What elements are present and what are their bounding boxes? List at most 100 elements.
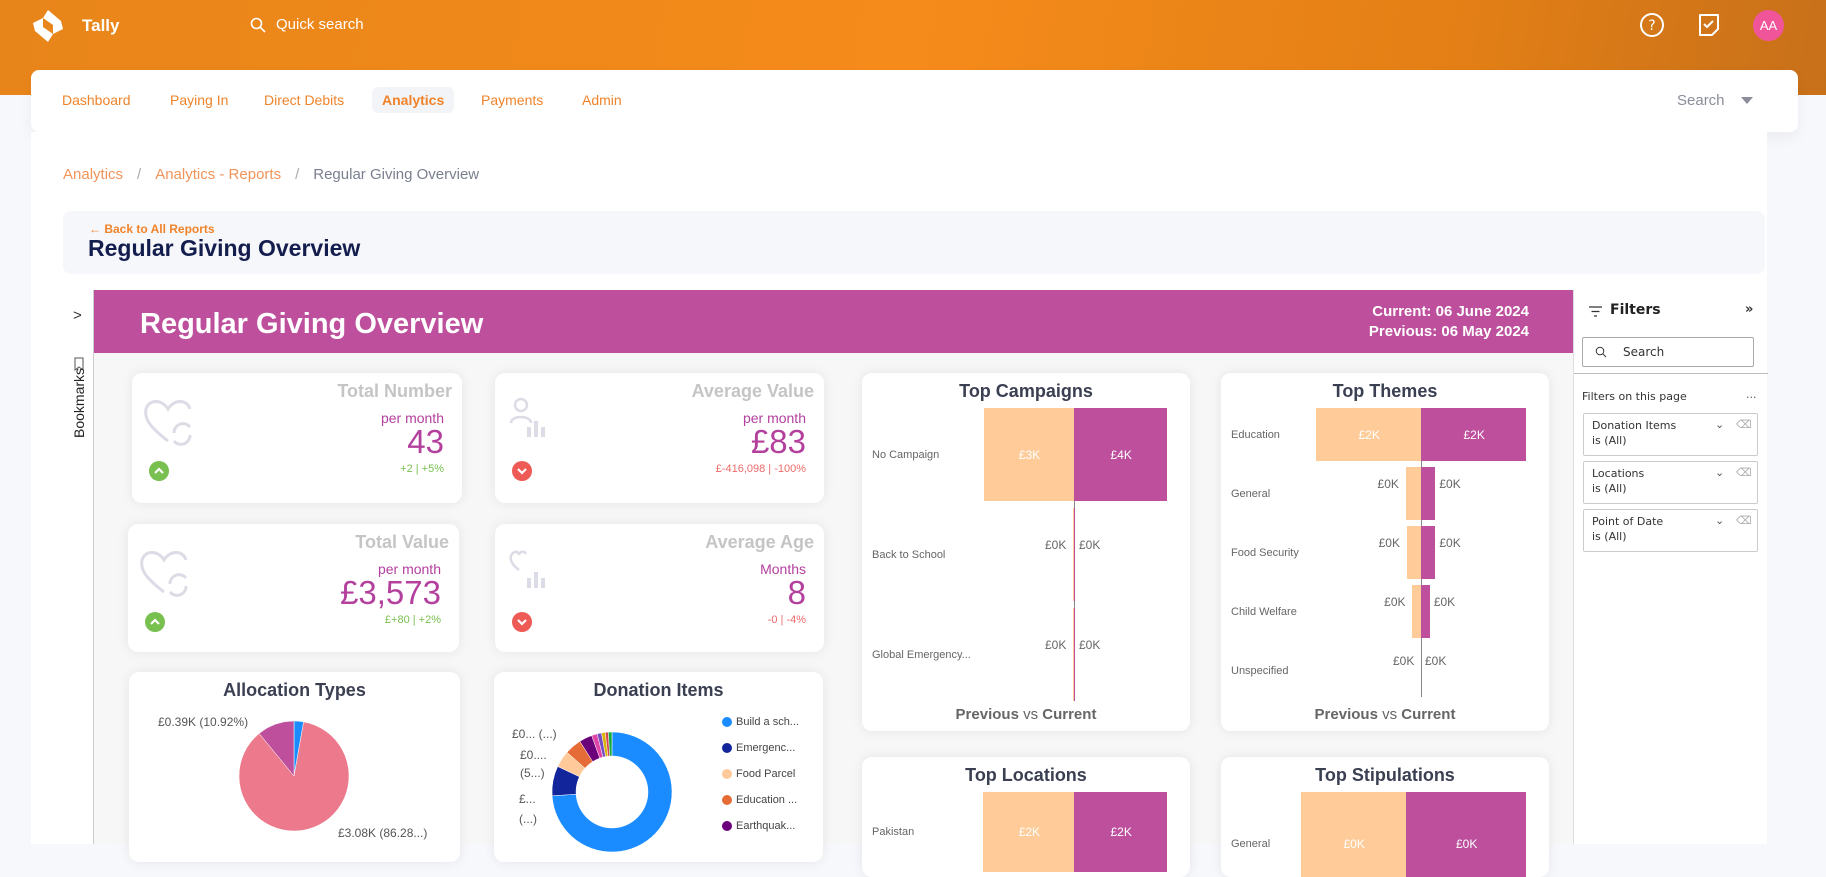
kpi-value: 8 [787,574,806,611]
legend-item[interactable]: Education ... [722,794,797,806]
kpi-title: Average Value [691,381,814,401]
nav-direct-debits[interactable]: Direct Debits [264,92,344,108]
nav-payments[interactable]: Payments [481,92,543,108]
data-label: £0K [1456,837,1478,851]
current-date: Current: 06 June 2024 [1372,303,1529,320]
bar-previous[interactable] [1406,526,1421,579]
top-campaigns-chart: Top Campaigns Previous vs Current No Cam… [862,373,1190,731]
bar-current[interactable] [1074,608,1075,701]
more-options-icon[interactable]: ... [1746,388,1757,401]
heart-refresh-icon [140,551,188,597]
bar-previous[interactable] [1405,467,1421,520]
chevron-down-icon[interactable]: ⌄ [1715,513,1724,528]
slice-label: £... [519,792,536,806]
avatar[interactable]: AA [1753,10,1784,41]
heart-chart-icon [509,550,545,588]
collapse-pane-icon[interactable]: » [1745,302,1753,317]
legend-label: Food Parcel [736,768,796,780]
kpi-card-total-number: Total Number per month 43 +2 | +5% [132,373,462,503]
bar-current[interactable] [1421,467,1436,520]
data-label: £0K [1439,476,1461,491]
top-themes-chart: Top Themes Previous vs Current Education… [1221,373,1549,731]
help-icon[interactable]: ? [1639,12,1665,38]
chevron-right-icon[interactable]: > [73,307,82,324]
page-title: Regular Giving Overview [88,235,361,261]
app-name: Tally [82,16,120,35]
back-link-label: Back to All Reports [104,222,215,236]
data-label: £0K [1045,637,1067,652]
chevron-down-icon[interactable]: ⌄ [1715,417,1724,432]
eraser-icon[interactable]: ⌫ [1736,417,1752,432]
nav-admin[interactable]: Admin [582,92,622,108]
quick-search[interactable]: Quick search [250,16,364,33]
bar-current[interactable] [1074,508,1075,601]
filter-card-donation-items[interactable]: Donation Items is (All) ⌄ ⌫ [1583,413,1758,456]
legend-item[interactable]: Emergenc... [722,742,795,754]
data-label: £0K [1425,653,1447,668]
legend-item[interactable]: Build a sch... [722,716,799,728]
category-label: Global Emergency... [872,648,971,661]
report-dates: Current: 06 June 2024 Previous: 06 May 20… [1300,302,1529,342]
nav-analytics[interactable]: Analytics [372,87,455,113]
back-link[interactable]: ← Back to All Reports [89,222,215,236]
search-icon [250,17,266,33]
kpi-delta: £+80 | +2% [384,614,441,626]
eraser-icon[interactable]: ⌫ [1736,465,1752,480]
bar-current[interactable] [1421,526,1436,579]
chevron-down-icon[interactable]: ⌄ [1715,465,1724,480]
filters-pane: Filters » Search Filters on this page ..… [1573,290,1768,844]
divider [1574,373,1768,374]
logo-icon [33,10,63,42]
chart-title: Top Themes [1332,381,1438,401]
chart-title: Top Locations [965,765,1087,785]
slice-label: £0.... [520,748,547,762]
data-label: £4K [1110,447,1132,462]
slice-label: £0.39K (10.92%) [158,715,249,729]
data-label: £0K [1343,837,1365,851]
kpi-card-total-value: Total Value per month £3,573 £+80 | +2% [128,524,459,652]
data-label: £0K [1384,594,1406,609]
quick-search-label: Quick search [276,16,364,33]
legend-swatch [722,717,732,727]
main-nav: Dashboard Paying In Direct Debits Analyt… [31,70,1798,132]
data-label: £3K [1018,447,1041,462]
filters-search-input[interactable]: Search [1582,337,1754,367]
trend-down-icon [512,612,532,632]
bookmarks-label[interactable]: Bookmarks [71,368,87,438]
category-label: General [1231,838,1271,850]
caret-down-icon[interactable] [1741,97,1753,104]
trend-down-icon [512,461,532,481]
nav-paying-in[interactable]: Paying In [170,92,228,108]
breadcrumb-separator: / [295,166,300,183]
category-label: Food Security [1231,546,1299,559]
eraser-icon[interactable]: ⌫ [1736,513,1752,528]
bar-previous[interactable] [1412,585,1421,638]
kpi-card-average-age: Average Age Months 8 -0 | -4% [495,524,824,652]
bar-current[interactable] [1421,585,1430,638]
data-label: £0K [1377,476,1399,491]
top-stipulations-chart: Top Stipulations General £0K £0K [1221,757,1549,877]
filter-card-locations[interactable]: Locations is (All) ⌄ ⌫ [1583,461,1758,504]
data-label: £0K [1079,637,1101,652]
chart-title: Top Campaigns [959,381,1093,401]
breadcrumb-reports[interactable]: Analytics - Reports [155,166,281,183]
breadcrumb-analytics[interactable]: Analytics [63,166,123,183]
report-title: Regular Giving Overview [140,308,484,340]
data-label: £0K [1433,594,1456,609]
legend-swatch [722,769,732,779]
filter-card-point-of-date[interactable]: Point of Date is (All) ⌄ ⌫ [1583,509,1758,552]
donation-items-chart: Donation Items £0... (...) £0.... (5...)… [494,672,823,862]
breadcrumb: Analytics / Analytics - Reports / Regular … [63,166,479,183]
category-label: Back to School [872,548,946,561]
bar-current[interactable] [1406,792,1526,877]
legend-swatch [722,795,732,805]
bar-previous[interactable] [1301,792,1406,877]
trend-up-icon [145,612,165,632]
data-label: £0K [1079,537,1101,552]
search-icon [1595,346,1607,358]
legend-item[interactable]: Earthquak... [722,820,795,832]
nav-search-dropdown[interactable]: Search [1677,92,1725,109]
legend-item[interactable]: Food Parcel [722,768,795,780]
nav-dashboard[interactable]: Dashboard [62,92,131,108]
tasks-icon[interactable] [1696,12,1722,38]
